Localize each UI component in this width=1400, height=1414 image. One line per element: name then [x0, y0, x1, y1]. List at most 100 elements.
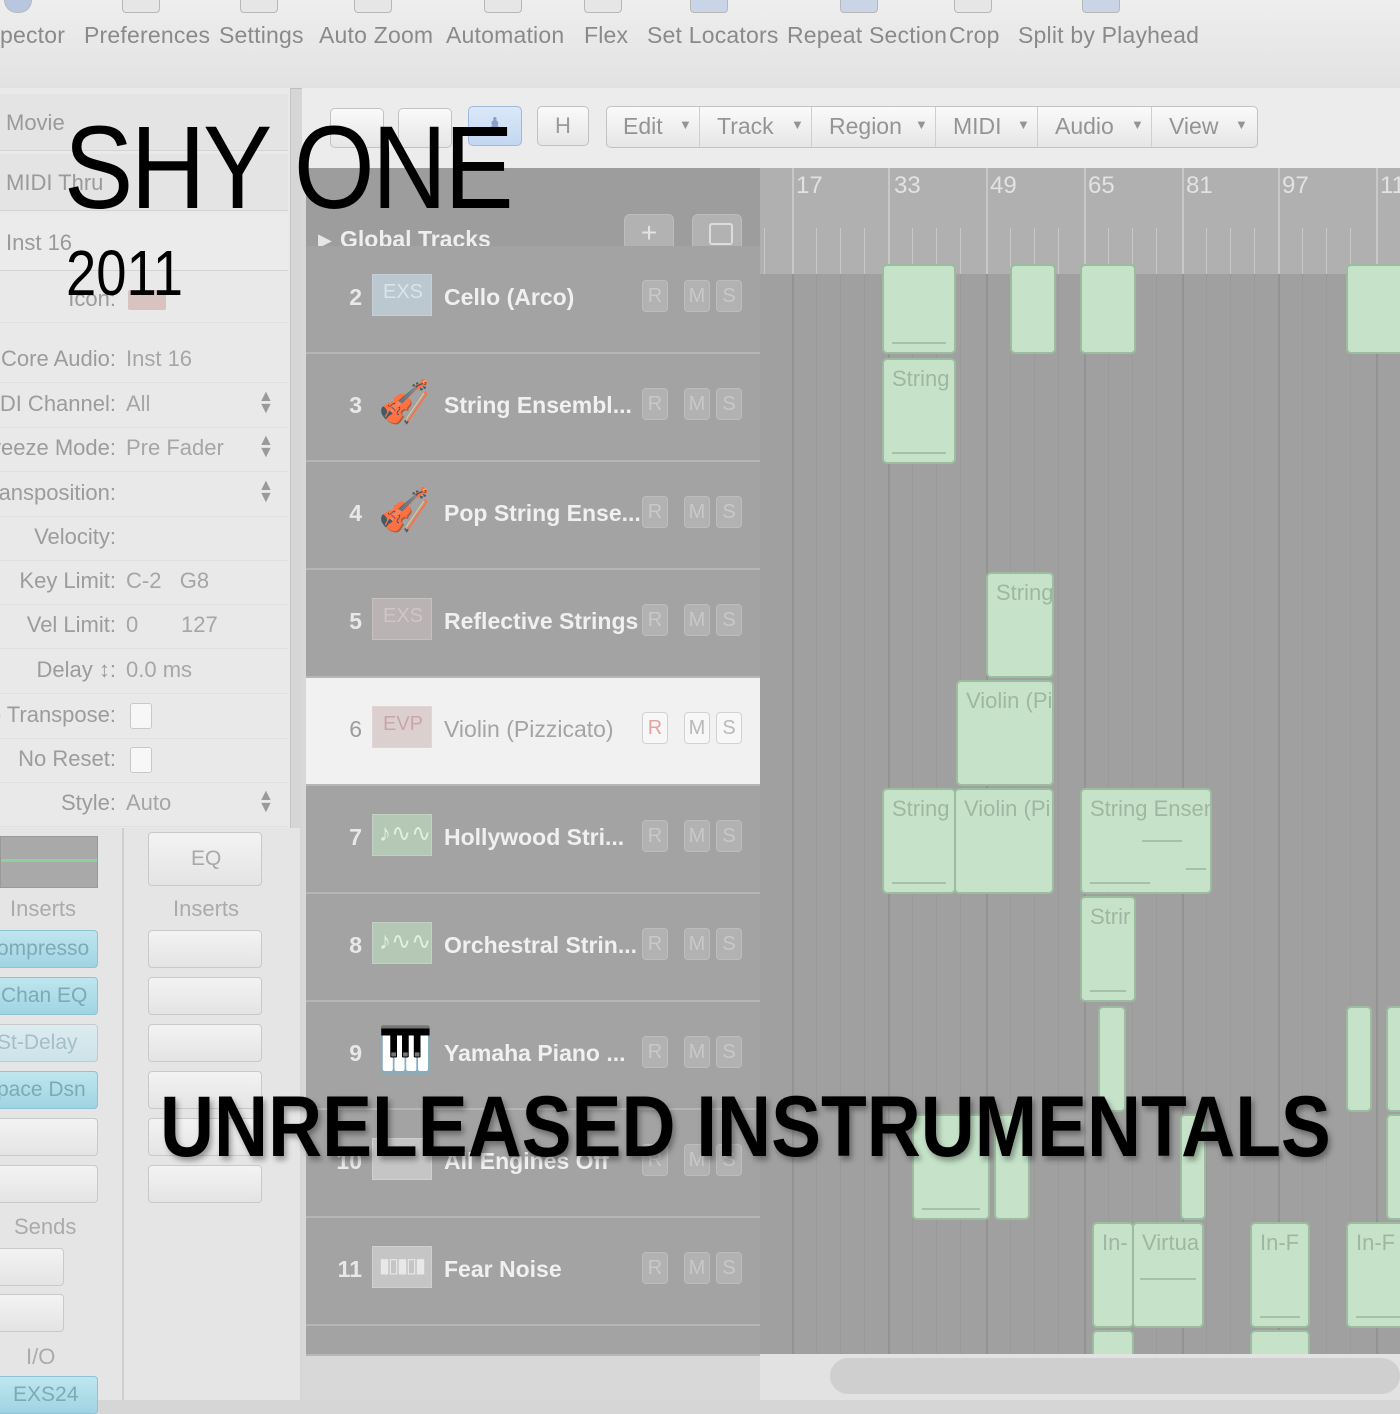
- inspector-row-delay[interactable]: Delay ↕: 0.0 ms: [0, 649, 288, 694]
- record-button[interactable]: R: [642, 388, 668, 420]
- inspector-row-transposition[interactable]: ransposition: ▲ ▼: [0, 472, 288, 517]
- menu-edit[interactable]: Edit: [623, 113, 663, 140]
- track-row[interactable]: 11 ▮▯▮▯▮ Fear Noise R M S: [306, 1218, 760, 1326]
- bar-ruler[interactable]: 17 33 49 65 81 97 11: [760, 168, 1400, 274]
- midi-region[interactable]: String Ensen: [1080, 788, 1212, 894]
- track-row-selected[interactable]: 6 EVP Violin (Pizzicato) R M S: [306, 678, 760, 786]
- mute-button[interactable]: M: [684, 604, 710, 636]
- automation-icon[interactable]: [484, 0, 522, 13]
- io-slot[interactable]: EXS24: [0, 1376, 98, 1414]
- no-reset-checkbox[interactable]: [130, 747, 152, 773]
- midi-region[interactable]: [1010, 264, 1056, 354]
- solo-button[interactable]: S: [716, 1036, 742, 1068]
- mute-button[interactable]: M: [684, 712, 710, 744]
- insert-slot-empty[interactable]: [0, 1165, 98, 1203]
- toolbar-auto-zoom-label[interactable]: Auto Zoom: [319, 22, 433, 49]
- record-button[interactable]: R: [642, 1036, 668, 1068]
- midi-region[interactable]: Strir: [1080, 896, 1136, 1002]
- record-button[interactable]: R: [642, 604, 668, 636]
- menu-track[interactable]: Track: [717, 113, 774, 140]
- track-name[interactable]: Reflective Strings: [444, 608, 638, 635]
- record-button[interactable]: R: [642, 712, 668, 744]
- record-button[interactable]: R: [642, 928, 668, 960]
- toolbar-automation-label[interactable]: Automation: [446, 22, 564, 49]
- menu-audio[interactable]: Audio: [1055, 113, 1114, 140]
- toolbar-repeat-section-label[interactable]: Repeat Section: [787, 22, 947, 49]
- insert-slot-st-delay[interactable]: St-Delay: [0, 1024, 98, 1062]
- midi-region[interactable]: [1386, 1114, 1400, 1220]
- midi-region[interactable]: [1386, 1006, 1400, 1112]
- stepper-icon[interactable]: ▲ ▼: [258, 433, 274, 461]
- preferences-icon[interactable]: [122, 0, 160, 13]
- hide-button[interactable]: H: [537, 106, 589, 146]
- toolbar-split-by-playhead-label[interactable]: Split by Playhead: [1018, 22, 1199, 49]
- menu-midi[interactable]: MIDI: [953, 113, 1002, 140]
- inspector-row-style[interactable]: Style: Auto ▲ ▼: [0, 782, 288, 827]
- track-name[interactable]: Hollywood Stri...: [444, 824, 624, 851]
- mute-button[interactable]: M: [684, 1036, 710, 1068]
- scrollbar-thumb[interactable]: [830, 1358, 1400, 1394]
- toolbar-flex-label[interactable]: Flex: [584, 22, 628, 49]
- track-name[interactable]: Yamaha Piano ...: [444, 1040, 626, 1067]
- mute-button[interactable]: M: [684, 280, 710, 312]
- insert-slot-compressor[interactable]: ompresso: [0, 930, 98, 968]
- menu-view[interactable]: View: [1169, 113, 1218, 140]
- solo-button[interactable]: S: [716, 712, 742, 744]
- inspector-row-core-audio[interactable]: Core Audio: Inst 16: [0, 338, 288, 383]
- send-slot[interactable]: [0, 1294, 64, 1332]
- midi-region[interactable]: In-F: [1250, 1222, 1310, 1328]
- midi-region[interactable]: [1080, 264, 1136, 354]
- track-name[interactable]: Violin (Pizzicato): [444, 716, 614, 743]
- track-name[interactable]: Pop String Ense...: [444, 500, 641, 527]
- track-row[interactable]: 7 ♪∿∿ Hollywood Stri... R M S: [306, 786, 760, 894]
- track-row[interactable]: 2 EXS Cello (Arco) R M S: [306, 246, 760, 354]
- mute-button[interactable]: M: [684, 820, 710, 852]
- midi-region[interactable]: In-: [1092, 1222, 1134, 1328]
- auto-zoom-icon[interactable]: [354, 0, 392, 13]
- inspector-row-no-transpose[interactable]: o Transpose:: [0, 694, 288, 739]
- split-by-playhead-icon[interactable]: [1082, 0, 1120, 13]
- insert-slot-chan-eq[interactable]: Chan EQ: [0, 977, 98, 1015]
- track-row[interactable]: 3 🎻 String Ensembl... R M S: [306, 354, 760, 462]
- eq-curve-display[interactable]: [0, 836, 98, 888]
- stepper-icon[interactable]: ▲ ▼: [258, 788, 274, 816]
- mute-button[interactable]: M: [684, 1252, 710, 1284]
- midi-region[interactable]: String: [882, 358, 956, 464]
- inspector-row-midi-channel[interactable]: MIDI Channel: All ▲▼: [0, 383, 288, 428]
- arrange-lanes[interactable]: String String Violin (Pi String Violin (…: [760, 264, 1400, 1374]
- flex-icon[interactable]: [584, 0, 622, 13]
- track-row[interactable]: 8 ♪∿∿ Orchestral Strin... R M S: [306, 894, 760, 1002]
- track-name[interactable]: String Ensembl...: [444, 392, 632, 419]
- track-row[interactable]: 5 EXS Reflective Strings R M S: [306, 570, 760, 678]
- mute-button[interactable]: M: [684, 388, 710, 420]
- toolbar-settings-label[interactable]: Settings: [219, 22, 304, 49]
- set-locators-icon[interactable]: [690, 0, 728, 13]
- mute-button[interactable]: M: [684, 496, 710, 528]
- midi-region[interactable]: String: [882, 788, 956, 894]
- crop-icon[interactable]: [954, 0, 992, 13]
- midi-region[interactable]: Violin (Pi: [954, 788, 1054, 894]
- repeat-section-icon[interactable]: [840, 0, 878, 13]
- solo-button[interactable]: S: [716, 1252, 742, 1284]
- insert-slot-empty[interactable]: [148, 930, 262, 968]
- toolbar-set-locators-label[interactable]: Set Locators: [647, 22, 779, 49]
- solo-button[interactable]: S: [716, 820, 742, 852]
- midi-region[interactable]: In-F: [1346, 1222, 1400, 1328]
- midi-region[interactable]: Virtua: [1132, 1222, 1204, 1328]
- record-button[interactable]: R: [642, 496, 668, 528]
- solo-button[interactable]: S: [716, 928, 742, 960]
- solo-button[interactable]: S: [716, 604, 742, 636]
- insert-slot-empty[interactable]: [148, 1024, 262, 1062]
- menu-region[interactable]: Region: [829, 113, 902, 140]
- stepper-icon[interactable]: ▲ ▼: [258, 389, 274, 417]
- settings-icon[interactable]: [240, 0, 278, 13]
- eq-button[interactable]: EQ: [148, 832, 262, 886]
- track-name[interactable]: Cello (Arco): [444, 284, 574, 311]
- toolbar-preferences-label[interactable]: Preferences: [84, 22, 210, 49]
- track-row[interactable]: 4 🎻 Pop String Ense... R M S: [306, 462, 760, 570]
- solo-button[interactable]: S: [716, 496, 742, 528]
- send-slot[interactable]: [0, 1248, 64, 1286]
- toolbar-crop-label[interactable]: Crop: [949, 22, 1000, 49]
- inspector-row-vel-limit[interactable]: Vel Limit: 0 127: [0, 604, 288, 649]
- midi-region[interactable]: String: [986, 572, 1054, 678]
